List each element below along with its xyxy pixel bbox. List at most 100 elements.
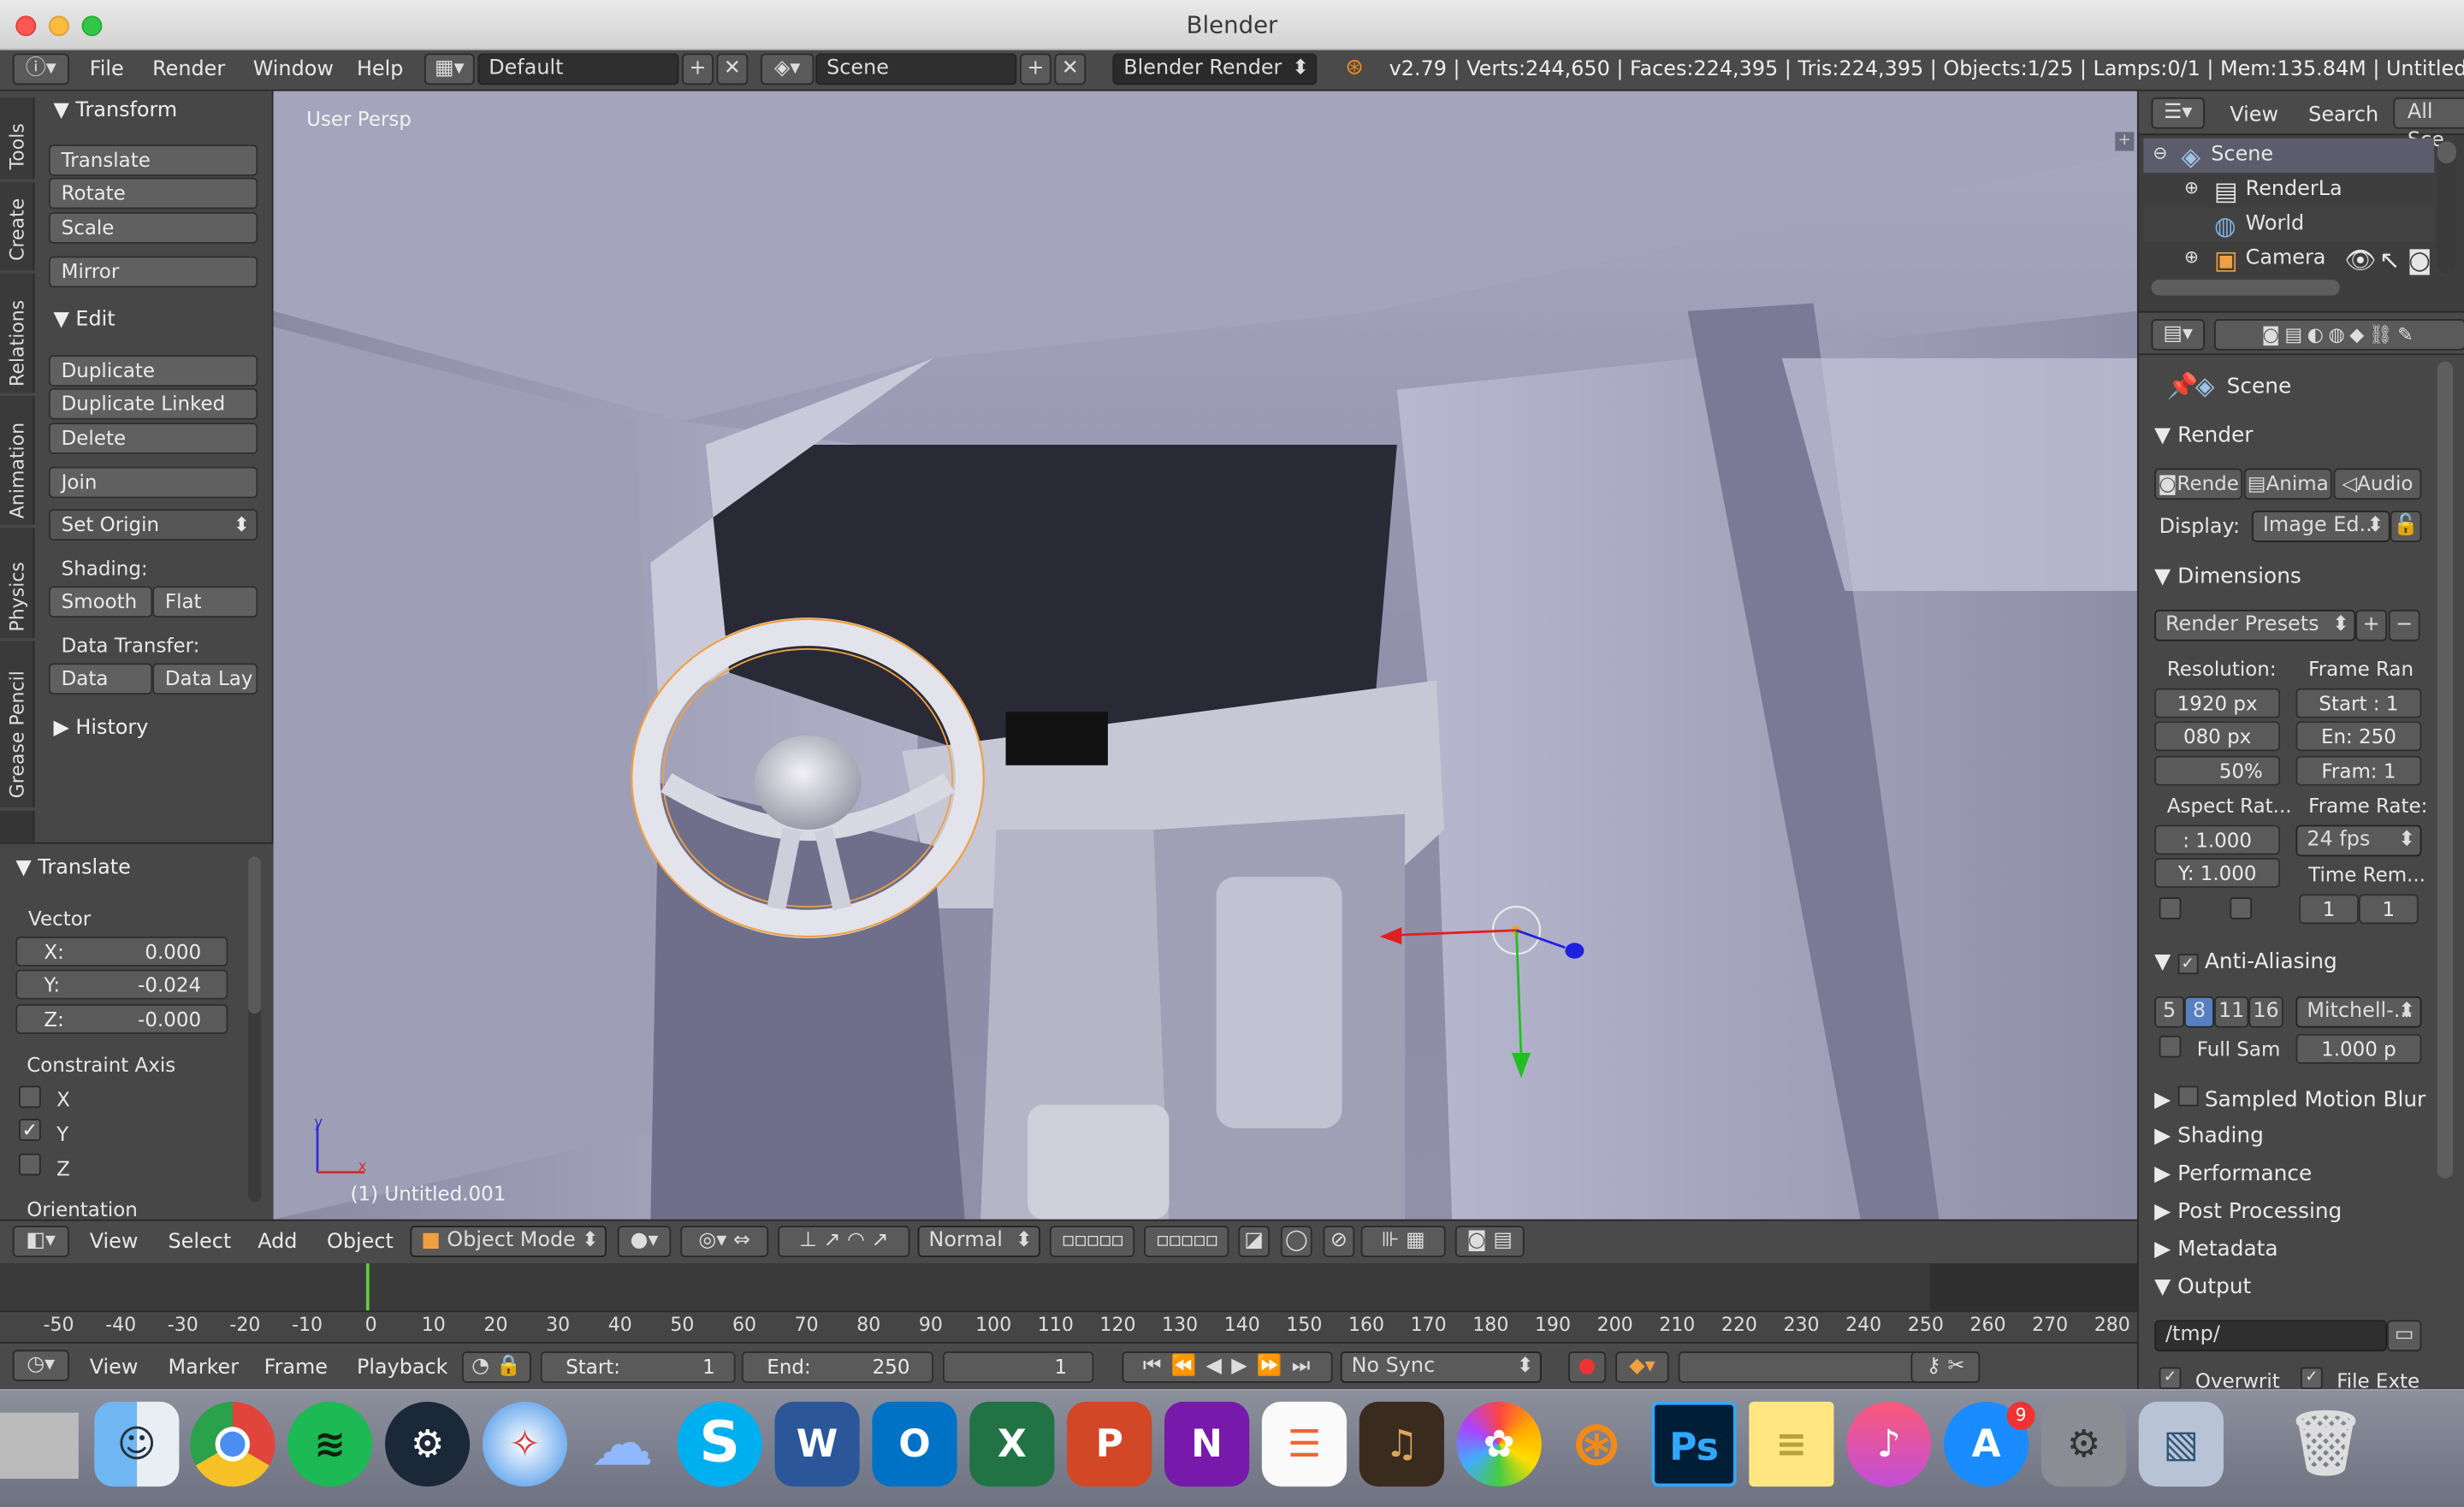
dock-preview-icon[interactable]: ▧ — [2138, 1401, 2224, 1487]
dock-system-preferences-icon[interactable]: ⚙ — [2040, 1401, 2127, 1487]
frame-end-field[interactable]: En: 250 — [2295, 721, 2422, 752]
dock-notes-icon[interactable]: ≡ — [1749, 1401, 1834, 1487]
layers-grid-b[interactable]: ▫▫▫▫▫ — [1144, 1226, 1229, 1257]
aa-filter-select[interactable]: Mitchell-... ⬍ — [2295, 996, 2422, 1028]
preview-range-icon[interactable]: ◔ 🔒 — [461, 1351, 531, 1383]
viewport-expand-icon[interactable]: + — [2115, 132, 2135, 151]
render-animation-button[interactable]: ▤Anima — [2243, 468, 2332, 500]
3d-viewport[interactable]: User Persp (1) Untitled.001 x y + — [273, 91, 2137, 1220]
metadata-panel-header[interactable]: ▶ Metadata — [2154, 1237, 2277, 1262]
dock-icloud-icon[interactable]: ☁ — [580, 1402, 665, 1486]
editor-type-3d-icon[interactable]: ◧▾ — [12, 1226, 69, 1257]
output-panel-header[interactable]: ▼ Output — [2154, 1274, 2251, 1299]
dock-word-icon[interactable]: W — [774, 1401, 860, 1487]
snap-icon[interactable]: ⊘ — [1323, 1226, 1355, 1257]
menu-window[interactable]: Window — [253, 58, 334, 82]
minimize-window-button[interactable] — [48, 15, 69, 37]
lock-interface-icon[interactable]: 🔓 — [2390, 511, 2422, 542]
vector-x-field[interactable]: X: 0.000 — [15, 937, 228, 966]
pivot-point-icon[interactable]: ◎▾ ⇔ — [680, 1226, 769, 1257]
editor-type-info-icon[interactable]: ⓘ▾ — [12, 53, 69, 86]
menu-view[interactable]: View — [90, 1231, 139, 1255]
dock-excel-icon[interactable]: X — [969, 1401, 1055, 1487]
snap-element-icon[interactable]: ⊪ ▦ — [1360, 1226, 1446, 1257]
scene-icon[interactable]: ◈▾ — [760, 53, 814, 86]
outliner-filter-select[interactable]: All Sce — [2393, 97, 2464, 152]
outliner-row-world[interactable]: ◍ World — [2143, 207, 2435, 242]
properties-scrollbar[interactable] — [2437, 361, 2454, 1179]
aa-samples-11[interactable]: 11 — [2213, 996, 2249, 1028]
menu-add[interactable]: Add — [258, 1231, 297, 1255]
tab-create[interactable]: Create — [0, 182, 35, 271]
dock-blender-icon[interactable]: ⊛ — [1555, 1402, 1639, 1486]
proportional-edit-icon[interactable]: ◯ — [1280, 1226, 1312, 1257]
insert-keyframe-icons[interactable]: ⚷ ✂ — [1910, 1351, 1981, 1383]
dock-outlook-icon[interactable]: O — [872, 1401, 957, 1487]
join-button[interactable]: Join — [48, 466, 258, 499]
menu-frame[interactable]: Frame — [264, 1356, 328, 1380]
menu-timeline-view[interactable]: View — [90, 1356, 139, 1380]
history-panel-header[interactable]: ▶ History — [53, 717, 148, 741]
dock-photos-icon[interactable]: ✿ — [1456, 1401, 1542, 1487]
dock-onenote-icon[interactable]: N — [1164, 1401, 1250, 1487]
translate-manipulator[interactable] — [1373, 895, 1593, 1081]
shading-panel-header[interactable]: ▶ Shading — [2154, 1124, 2264, 1149]
crop-checkbox[interactable] — [2230, 897, 2253, 919]
editor-type-properties-icon[interactable]: ▤▾ — [2151, 318, 2205, 351]
resolution-x-field[interactable]: 1920 px — [2154, 688, 2281, 718]
frame-step-field[interactable]: Fram: 1 — [2295, 755, 2422, 786]
tab-animation[interactable]: Animation — [0, 396, 35, 525]
data-layout-button[interactable]: Data Lay — [152, 663, 258, 695]
aa-samples-5[interactable]: 5 — [2154, 996, 2185, 1028]
render-panel-header[interactable]: ▼ Render — [2154, 423, 2253, 447]
start-frame-field[interactable]: Start: 1 — [540, 1351, 736, 1383]
duplicate-button[interactable]: Duplicate — [48, 355, 258, 387]
aa-samples-8[interactable]: 8 — [2184, 996, 2214, 1028]
zoom-window-button[interactable] — [81, 15, 103, 37]
mirror-button[interactable]: Mirror — [48, 256, 258, 288]
menu-file[interactable]: File — [90, 58, 124, 82]
current-frame-marker[interactable] — [365, 1263, 370, 1311]
outliner-row-scene[interactable]: ⊖ ◈ Scene — [2143, 138, 2435, 174]
anti-aliasing-checkbox[interactable]: ✓ — [2177, 954, 2199, 975]
cursor-select-icon[interactable]: ↖ — [2379, 245, 2401, 275]
time-remap-old-field[interactable]: 1 — [2299, 894, 2359, 925]
dock-powerpoint-icon[interactable]: P — [1067, 1401, 1152, 1487]
smooth-button[interactable]: Smooth — [48, 586, 153, 618]
operator-scrollbar[interactable] — [248, 856, 261, 1203]
record-icon[interactable]: ● — [1568, 1351, 1607, 1383]
constraint-y-checkbox[interactable]: ✓ — [19, 1119, 41, 1141]
pin-icon[interactable]: 📌 — [2167, 371, 2199, 401]
aa-samples-16[interactable]: 16 — [2248, 996, 2283, 1028]
render-viewport-icon[interactable]: ◙ ▤ — [1454, 1226, 1525, 1257]
scale-button[interactable]: Scale — [48, 212, 258, 244]
dock-safari-icon[interactable]: ✧ — [482, 1401, 568, 1487]
dock-spotify-icon[interactable]: ≋ — [287, 1401, 373, 1487]
motion-blur-checkbox[interactable] — [2177, 1085, 2199, 1107]
border-checkbox[interactable] — [2159, 897, 2182, 919]
tab-tools[interactable]: Tools — [0, 97, 35, 180]
remove-layout-icon[interactable]: ✕ — [716, 53, 749, 86]
keying-set-icon[interactable]: ◆▾ — [1615, 1351, 1669, 1383]
scene-field[interactable]: Scene — [815, 53, 1017, 86]
manipulator-icons[interactable]: ⊥ ↗ ◠ ↗ — [778, 1226, 910, 1257]
menu-playback[interactable]: Playback — [357, 1356, 448, 1380]
outliner-hscroll[interactable] — [2151, 280, 2340, 296]
dock-photoshop-icon[interactable]: Ps — [1651, 1401, 1737, 1487]
dock-garageband-icon[interactable]: ♫ — [1359, 1401, 1444, 1487]
close-window-button[interactable] — [15, 15, 37, 37]
dock-itunes-icon[interactable]: ♪ — [1846, 1401, 1932, 1487]
render-image-button[interactable]: ◙Rende — [2154, 468, 2243, 500]
dimensions-panel-header[interactable]: ▼ Dimensions — [2154, 564, 2301, 589]
frame-rate-select[interactable]: 24 fps ⬍ — [2295, 824, 2422, 857]
delete-button[interactable]: Delete — [48, 423, 258, 454]
remove-scene-icon[interactable]: ✕ — [1054, 53, 1087, 86]
anti-aliasing-panel-header[interactable]: ▼ ✓ Anti-Aliasing — [2154, 949, 2337, 975]
resolution-y-field[interactable]: 080 px — [2154, 721, 2281, 752]
dock-chrome-icon[interactable] — [190, 1401, 275, 1487]
end-frame-field[interactable]: End: 250 — [741, 1351, 934, 1383]
output-path-field[interactable]: /tmp/ — [2154, 1320, 2387, 1352]
aspect-y-field[interactable]: Y: 1.000 — [2154, 858, 2281, 889]
duplicate-linked-button[interactable]: Duplicate Linked — [48, 387, 258, 420]
translate-button[interactable]: Translate — [48, 145, 258, 176]
